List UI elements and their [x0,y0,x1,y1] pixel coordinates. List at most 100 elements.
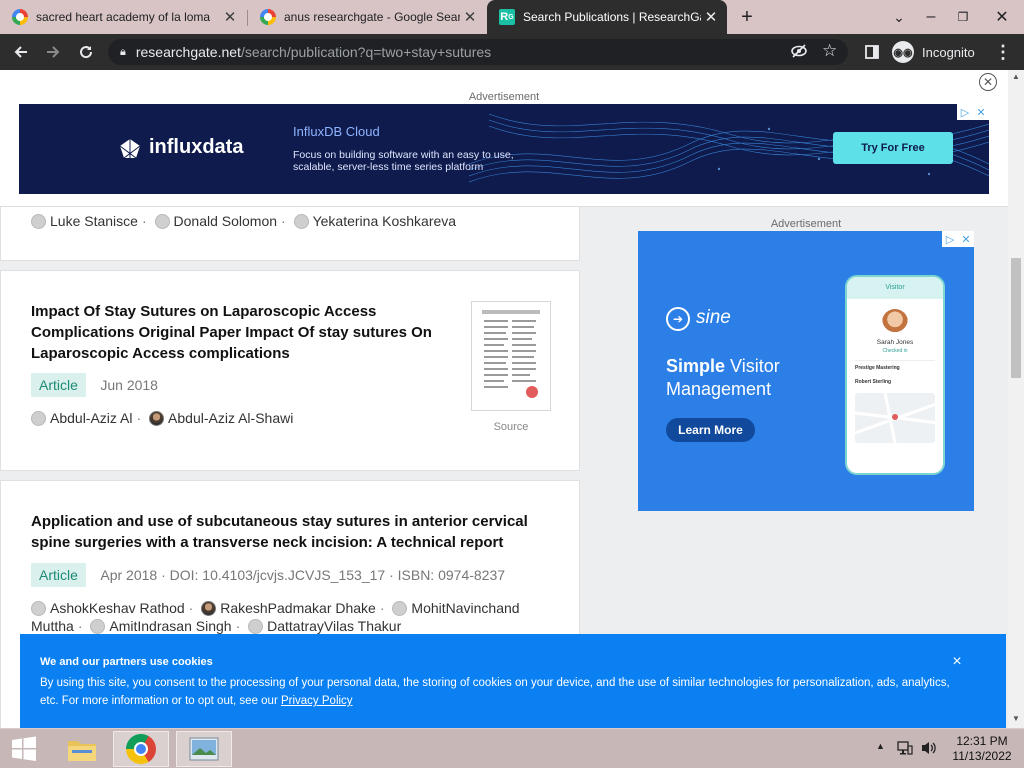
cookie-consent-banner: We and our partners use cookies By using… [20,634,1006,728]
address-bar[interactable]: 🔒︎ researchgate.net/search/publication?q… [108,39,848,65]
adchoices-icon[interactable]: ▷ [957,104,973,120]
adchoices-icon[interactable]: ▷ [942,231,958,247]
tab-search-icon[interactable]: ⌄ [882,0,916,34]
tab-sacred-heart[interactable]: sacred heart academy of la loma ✕ [0,0,246,34]
author-link[interactable]: Abdul-Aziz Al-Shawi [168,410,293,426]
chrome-menu-icon[interactable]: ⋮ [991,40,1015,64]
author-link[interactable]: Luke Stanisce [50,213,138,229]
tab-title: anus researchgate - Google Sear [284,10,460,24]
page-scrollbar[interactable]: ▲ ▼ [1008,70,1024,728]
scrollbar-thumb[interactable] [1011,258,1021,378]
avatar [31,411,46,426]
system-clock[interactable]: 12:31 PM 11/13/2022 [944,734,1020,764]
new-tab-button[interactable]: + [734,6,760,28]
phone-visitor-name: Sarah Jones [876,339,914,346]
volume-icon[interactable] [920,740,938,761]
author-link[interactable]: Donald Solomon [174,213,278,229]
publication-title-link[interactable]: Impact Of Stay Sutures on Laparoscopic A… [31,301,451,364]
author-link[interactable]: Yekaterina Koshkareva [313,213,456,229]
avatar [293,214,309,229]
scroll-up-icon[interactable]: ▲ [1012,72,1020,81]
ad-close-icon[interactable]: ✕ [973,104,989,120]
photos-taskbar-button[interactable] [176,731,232,767]
close-tab-icon[interactable]: ✕ [701,8,721,26]
lock-icon[interactable]: 🔒︎ [120,46,126,59]
reload-icon[interactable] [74,40,98,64]
try-for-free-button[interactable]: Try For Free [833,132,953,164]
image-viewer-icon [189,737,219,761]
tab-strip: sacred heart academy of la loma ✕ anus r… [0,0,1024,34]
network-icon[interactable] [897,740,913,761]
author-link[interactable]: Abdul-Aziz Al [50,410,132,426]
google-icon [260,9,276,25]
cookie-close-icon[interactable]: × [949,654,965,670]
incognito-label: Incognito [922,44,975,60]
close-tab-icon[interactable]: ✕ [220,8,240,26]
restore-icon[interactable]: ❐ [946,0,980,34]
clock-time: 12:31 PM [956,734,1008,748]
tracking-blocked-eye-icon[interactable] [790,42,808,63]
phone-mockup: Visitor Sarah Jones Checked in Prestige … [845,275,945,475]
avatar [149,411,165,426]
phone-item: Robert Sterling [855,379,892,385]
clock-date: 11/13/2022 [952,749,1012,763]
incognito-icon: ◉◉ [892,41,914,63]
sine-ad-banner[interactable]: ▷ ✕ ➔ sine Simple Visitor Management Lea… [638,231,974,511]
ad-brand: sine [696,307,731,328]
avatar [154,214,170,229]
incognito-indicator[interactable]: ◉◉ Incognito [892,40,975,64]
side-panel-icon[interactable] [860,40,884,64]
start-button[interactable] [0,731,48,767]
result-card: Luke Stanisce · Donald Solomon · Yekaterin… [0,207,580,261]
avatar [90,619,106,634]
author-link[interactable]: AmitIndrasan Singh [109,618,231,634]
ad-label-top: Advertisement [468,91,540,103]
publication-meta: Apr 2018 · DOI: 10.4103/jcvjs.JCVJS_153_… [100,567,506,583]
tab-researchgate[interactable]: RG Search Publications | ResearchGa ✕ [487,0,727,34]
author-link[interactable]: DattatrayVilas Thakur [267,618,401,634]
close-ad-icon[interactable]: ✕ [979,73,997,91]
url-path: /search/publication?q=two+stay+sutures [240,44,492,60]
browser-toolbar: 🔒︎ researchgate.net/search/publication?q… [0,34,1024,70]
ad-close-icon[interactable]: ✕ [958,231,974,247]
cookie-text: By using this site, you consent to the p… [40,677,950,707]
forward-arrow-icon[interactable] [41,40,65,64]
back-arrow-icon[interactable] [9,40,33,64]
windows-logo-icon [12,736,36,761]
page-viewport: Advertisement ✕ influxdata InfluxDB Clou… [0,70,1008,728]
avatar [31,601,46,616]
close-tab-icon[interactable]: ✕ [460,8,480,26]
chrome-taskbar-button[interactable] [113,731,169,767]
file-explorer-button[interactable] [54,731,110,767]
publication-meta: Jun 2018 [100,377,158,393]
avatar [31,214,46,229]
author-link[interactable]: RakeshPadmakar Dhake [220,600,376,616]
tab-google-search[interactable]: anus researchgate - Google Sear ✕ [248,0,486,34]
google-icon [12,9,28,25]
influxdata-logo-icon [119,138,141,160]
phone-item: Prestige Mastering [855,360,935,371]
ad-headline: InfluxDB Cloud [293,124,380,139]
bookmark-star-icon[interactable]: ☆ [822,41,837,61]
tab-title: sacred heart academy of la loma [36,10,211,24]
source-label: Source [493,421,529,433]
cookie-heading: We and our partners use cookies [40,656,213,668]
cookie-body: By using this site, you consent to the p… [40,674,960,710]
chrome-icon [126,734,156,764]
scroll-down-icon[interactable]: ▼ [1012,714,1020,723]
privacy-policy-link[interactable]: Privacy Policy [281,695,353,707]
influxdata-ad-banner[interactable]: influxdata InfluxDB Cloud Focus on build… [19,104,989,194]
ad-brand: influxdata [149,136,244,158]
ad-body: Focus on building software with an easy … [293,149,514,173]
source-thumbnail[interactable] [471,301,551,411]
url-host: researchgate.net [135,44,241,60]
show-hidden-icons[interactable]: ▲ [876,741,885,751]
learn-more-button[interactable]: Learn More [666,418,755,442]
publication-title-link[interactable]: Application and use of subcutaneous stay… [31,511,551,553]
ad-label-side: Advertisement [770,218,842,230]
window-close-icon[interactable]: ✕ [982,0,1022,34]
top-ad-zone: Advertisement ✕ influxdata InfluxDB Clou… [0,70,1008,207]
author-link[interactable]: AshokKeshav Rathod [50,600,185,616]
minimize-icon[interactable]: – [914,0,948,34]
author-list: AshokKeshav Rathod · RakeshPadmakar Dhake… [31,600,520,634]
